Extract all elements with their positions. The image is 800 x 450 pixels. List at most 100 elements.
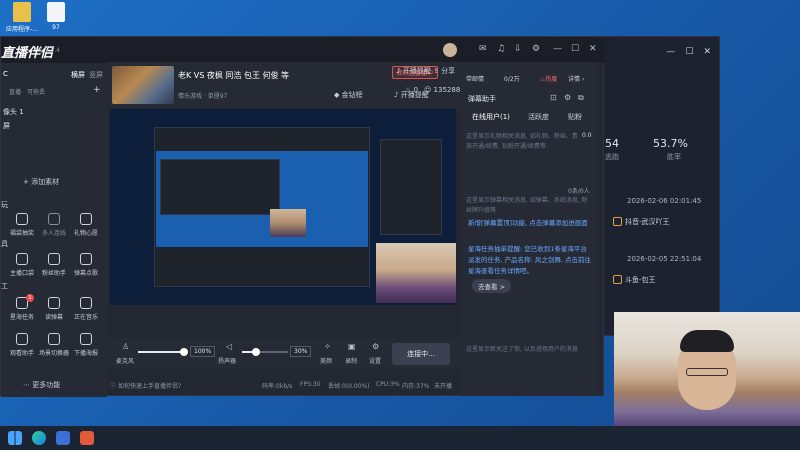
tool-gift-wish[interactable]: 礼物心愿 [71,213,101,237]
tool-label: 福袋抽奖 [9,230,34,237]
tool-label: 弹幕点歌 [73,270,98,277]
more-features-button[interactable]: ⋯ 更多功能 [23,380,60,390]
status-bar: ⓘ 如何快速上手直播伴侣? 码率:0kb/s FPS:30 丢帧:0(0.00%… [108,378,460,392]
desktop-icon-97[interactable]: 97 [38,2,74,31]
left-panel: C 横屏 竖屏 直播 可拖丢 + 像头 1 屏 + 添加素材 玩 福袋抽奖 多人… [1,63,107,397]
tool-read-danmu[interactable]: 读弹幕 [39,297,69,321]
preview-nested-webcam [270,209,306,237]
danmu-messages-hint: 这里显示弹幕相关消息, 如弹幕、系统消息, 粉丝牌升级等 [466,197,588,214]
go-view-button[interactable]: 去查看 > [472,279,512,293]
pocket-icon [16,253,28,265]
gold-rank-button[interactable]: ◆ 金钻榜 [334,90,363,100]
speaker-volume-value[interactable]: 30% [290,346,312,357]
headset-icon[interactable]: ♫ [497,44,505,54]
source-screen[interactable]: 屏 [3,121,10,131]
tool-lucky-bag[interactable]: 福袋抽奖 [7,213,37,237]
avatar[interactable] [443,43,457,57]
tool-streamer-pocket[interactable]: 主播口袋 [7,253,37,277]
mic-volume-value[interactable]: 100% [190,346,216,357]
heart-icon [48,253,60,265]
stream-preview[interactable] [110,109,456,305]
settings-icon[interactable]: ⚙ [532,44,540,54]
download-icon [80,297,92,309]
bg-app-titlebar: — ☐ ✕ [597,37,719,67]
notice-star-task[interactable]: 星海任务抽单提醒: 您已收到1条星海平台派发的任务, 产品名称: 风之剑舞, 点… [468,244,592,277]
scene-tab-landscape[interactable]: 横屏 [71,70,85,80]
minimize-icon[interactable]: — [666,47,675,57]
tab-fans[interactable]: 贴粉 [568,112,582,122]
bg-stat-escape-label: 逃跑 [605,153,619,161]
fps-readout: FPS:30 [300,381,321,388]
gift-box-icon [16,213,28,225]
close-icon[interactable]: ✕ [703,47,711,57]
download-icon[interactable]: ⇩ [514,44,522,54]
speaker-icon[interactable]: ◁ [226,342,232,351]
danmu-panel: 带邮情 0/2万 ♨热度 详情 › 弹幕助手 ⊡ ⚙ ⧉ 在线用户(1) 活跃度… [460,62,598,396]
tool-now-playing[interactable]: 正在音乐 [71,297,101,321]
start-reminder-text: 开播提醒 [402,67,431,75]
scene-tab-portrait[interactable]: 竖屏 [89,70,103,80]
connect-button[interactable]: 连接中... [392,343,450,365]
beauty-icon[interactable]: ✧ [324,342,331,351]
stream-title[interactable]: 老K VS 夜枫 同浩 包王 何俊 等 [178,70,289,81]
maximize-icon[interactable]: ☐ [685,47,693,57]
popout-icon[interactable]: ⧉ [578,93,584,103]
help-link[interactable]: ⓘ 如何快速上手直播伴侣? [110,381,181,390]
tab-online-users[interactable]: 在线用户(1) [472,112,510,122]
edge-icon[interactable] [32,431,46,445]
speaker-slider-knob[interactable] [252,348,260,356]
section-label-utility: 工 [1,282,8,290]
start-reminder[interactable]: ♪ 开播提醒 [396,66,431,76]
tool-label: 场景切换器 [39,350,70,357]
panel-detail-link[interactable]: 详情 › [568,74,584,83]
bg-stat-winrate-label: 胜率 [667,153,681,161]
mic-slider-knob[interactable] [180,348,188,356]
add-icon[interactable]: + [93,85,101,95]
windows-icon[interactable] [8,431,22,445]
pin-icon[interactable]: ⊡ [550,93,557,102]
preview-webcam [376,243,456,303]
folder-icon [13,2,31,22]
stream-thumbnail[interactable] [112,66,174,104]
tool-label: 多人连线 [41,230,66,237]
tool-scene-switch[interactable]: 场景切换器 [39,333,69,357]
app-icon[interactable] [80,431,94,445]
tool-fan-helper[interactable]: 粉丝助手 [39,253,69,277]
tool-end-poster[interactable]: 下播海报 [71,333,101,357]
maximize-icon[interactable]: ☐ [571,44,579,54]
speaker-slider[interactable] [242,348,288,356]
taskbar [0,426,800,450]
add-source-button[interactable]: + 添加素材 [23,177,59,187]
desktop-icon-label: 应用程序-... [6,26,38,33]
tool-watch-helper[interactable]: 观看助手 [7,333,37,357]
tool-multi-link[interactable]: 多人连线 [39,213,69,237]
tool-song-request[interactable]: 弹幕点歌 [71,253,101,277]
source-subtab-live[interactable]: 直播 [9,87,21,96]
source-subtab-drag[interactable]: 可拖丢 [27,87,45,96]
message-icon[interactable]: ✉ [479,44,487,54]
mic-slider[interactable] [138,348,188,356]
settings-icon[interactable]: ⚙ [564,93,571,102]
settings-icon[interactable]: ⚙ [372,342,379,351]
scene-tab-prefix[interactable]: C [3,70,8,78]
music-icon [80,253,92,265]
bg-row-name: 抖音-武汉吖王 [625,218,670,226]
more-features-label: 更多功能 [32,381,61,389]
stream-category[interactable]: 情乐游戏 · 单厘97 [178,91,227,100]
store-icon[interactable] [56,431,70,445]
desktop-icon-app[interactable]: 应用程序-... [4,2,40,33]
likes-counter: ♨ 0 [405,86,418,94]
mic-icon[interactable]: ♙ [122,342,129,351]
close-icon[interactable]: ✕ [589,44,597,54]
likes-value: 0 [413,86,418,94]
dropped-readout: 丢帧:0(0.00%) [328,383,370,390]
tool-star-task[interactable]: 星海任务 1 [7,294,37,321]
minimize-icon[interactable]: — [553,44,562,54]
record-icon[interactable]: ▣ [348,342,356,351]
hot-label: 热度 [545,76,558,83]
tab-activity[interactable]: 活跃度 [528,112,549,122]
tool-label: 主播口袋 [9,270,34,277]
share-button[interactable]: ⇪ 分享 [433,66,455,76]
source-camera[interactable]: 像头 1 [3,107,24,117]
notice-pin-feature[interactable]: 新增[弹幕置顶]功能, 点击弹幕添加进画面 [468,218,592,229]
